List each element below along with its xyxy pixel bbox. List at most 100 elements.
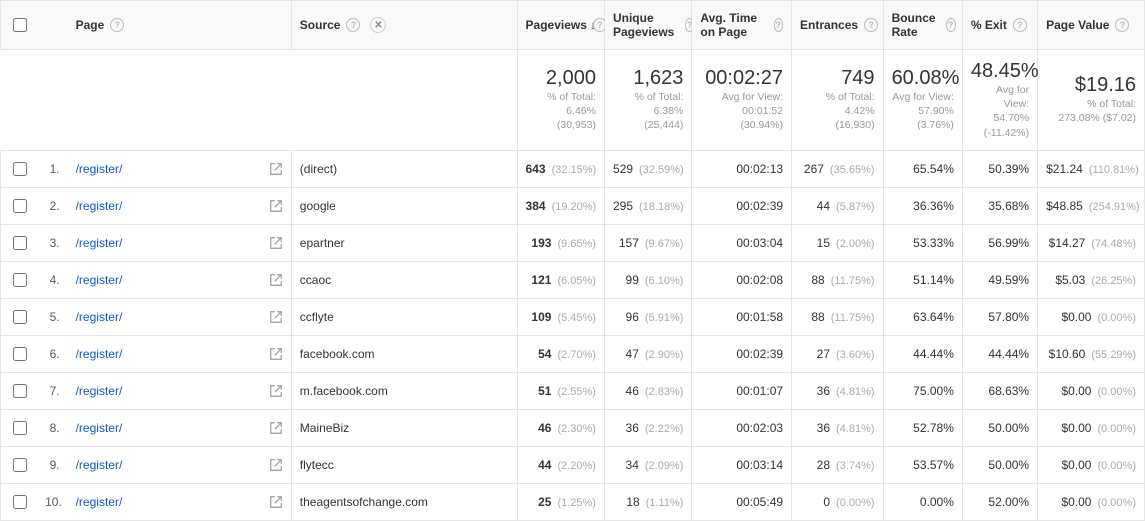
- page-link[interactable]: /register/: [76, 458, 123, 472]
- open-external-icon[interactable]: [269, 236, 283, 250]
- bounce-cell: 51.14%: [883, 261, 962, 298]
- source-header-label: Source: [300, 18, 341, 32]
- exit-cell: 49.59%: [962, 261, 1037, 298]
- help-icon[interactable]: ?: [1013, 18, 1027, 32]
- help-icon[interactable]: ?: [110, 18, 124, 32]
- value-cell: $14.27(74.48%): [1038, 224, 1145, 261]
- open-external-icon[interactable]: [269, 421, 283, 435]
- row-index: 7.: [37, 372, 68, 409]
- help-icon[interactable]: ?: [346, 18, 360, 32]
- unique-cell: 47(2.90%): [604, 335, 691, 372]
- select-all-header[interactable]: [1, 1, 38, 50]
- entrances-header[interactable]: Entrances ?: [792, 1, 884, 50]
- entrances-cell: 0(0.00%): [792, 483, 884, 520]
- open-external-icon[interactable]: [269, 310, 283, 324]
- source-cell: flytecc: [291, 446, 517, 483]
- table-row: 4./register/ccaoc121(6.05%)99(6.10%)00:0…: [1, 261, 1145, 298]
- row-checkbox-cell: [1, 261, 38, 298]
- exit-cell: 50.39%: [962, 150, 1037, 187]
- page-link[interactable]: /register/: [76, 384, 123, 398]
- page-link[interactable]: /register/: [76, 421, 123, 435]
- value-cell: $0.00(0.00%): [1038, 483, 1145, 520]
- help-icon[interactable]: ?: [774, 18, 784, 32]
- help-icon[interactable]: ?: [946, 18, 956, 32]
- exit-cell: 52.00%: [962, 483, 1037, 520]
- row-index: 8.: [37, 409, 68, 446]
- source-cell: facebook.com: [291, 335, 517, 372]
- source-cell: ccflyte: [291, 298, 517, 335]
- avgtime-cell: 00:03:14: [692, 446, 792, 483]
- value-cell: $5.03(26.25%): [1038, 261, 1145, 298]
- open-external-icon[interactable]: [269, 347, 283, 361]
- summary-exit: 48.45% Avg for View: 54.70% (-11.42%): [962, 50, 1037, 151]
- avg-time-header[interactable]: Avg. Time on Page ?: [692, 1, 792, 50]
- help-icon[interactable]: ?: [864, 18, 878, 32]
- source-header[interactable]: Source ? ✕: [291, 1, 517, 50]
- row-checkbox[interactable]: [13, 384, 27, 398]
- exit-cell: 50.00%: [962, 409, 1037, 446]
- pageviews-header[interactable]: Pageviews ? ↓: [517, 1, 604, 50]
- unique-cell: 96(5.91%): [604, 298, 691, 335]
- row-index: 2.: [37, 187, 68, 224]
- help-icon[interactable]: ?: [1115, 18, 1129, 32]
- exit-cell: 50.00%: [962, 446, 1037, 483]
- entrances-header-label: Entrances: [800, 18, 858, 32]
- page-link[interactable]: /register/: [76, 273, 123, 287]
- page-link[interactable]: /register/: [76, 162, 123, 176]
- avgtime-cell: 00:05:49: [692, 483, 792, 520]
- bounce-cell: 65.54%: [883, 150, 962, 187]
- bounce-rate-header[interactable]: Bounce Rate ?: [883, 1, 962, 50]
- row-checkbox[interactable]: [13, 273, 27, 287]
- page-cell: /register/: [68, 446, 292, 483]
- open-external-icon[interactable]: [269, 199, 283, 213]
- page-link[interactable]: /register/: [76, 236, 123, 250]
- entrances-cell: 88(11.75%): [792, 261, 884, 298]
- page-cell: /register/: [68, 372, 292, 409]
- open-external-icon[interactable]: [269, 162, 283, 176]
- summary-pageviews: 2,000 % of Total: 6.46% (30,953): [517, 50, 604, 151]
- summary-unique: 1,623 % of Total: 6.38% (25,444): [604, 50, 691, 151]
- summary-value: $19.16 % of Total: 273.08% ($7.02): [1038, 50, 1145, 151]
- page-link[interactable]: /register/: [76, 310, 123, 324]
- entrances-cell: 27(3.60%): [792, 335, 884, 372]
- bounce-cell: 75.00%: [883, 372, 962, 409]
- entrances-cell: 15(2.00%): [792, 224, 884, 261]
- table-row: 7./register/m.facebook.com51(2.55%)46(2.…: [1, 372, 1145, 409]
- row-checkbox[interactable]: [13, 162, 27, 176]
- page-link[interactable]: /register/: [76, 347, 123, 361]
- exit-cell: 68.63%: [962, 372, 1037, 409]
- value-cell: $21.24(110.81%): [1038, 150, 1145, 187]
- unique-pageviews-header[interactable]: Unique Pageviews ?: [604, 1, 691, 50]
- avgtime-cell: 00:02:39: [692, 335, 792, 372]
- row-checkbox-cell: [1, 409, 38, 446]
- page-value-header[interactable]: Page Value ?: [1038, 1, 1145, 50]
- entrances-cell: 28(3.74%): [792, 446, 884, 483]
- exit-header[interactable]: % Exit ?: [962, 1, 1037, 50]
- exit-cell: 44.44%: [962, 335, 1037, 372]
- row-index: 1.: [37, 150, 68, 187]
- page-header[interactable]: Page ?: [68, 1, 292, 50]
- open-external-icon[interactable]: [269, 458, 283, 472]
- open-external-icon[interactable]: [269, 273, 283, 287]
- page-cell: /register/: [68, 409, 292, 446]
- bounce-cell: 52.78%: [883, 409, 962, 446]
- select-all-checkbox[interactable]: [13, 18, 27, 32]
- open-external-icon[interactable]: [269, 384, 283, 398]
- remove-dimension-icon[interactable]: ✕: [370, 17, 386, 33]
- page-link[interactable]: /register/: [76, 199, 123, 213]
- row-checkbox[interactable]: [13, 199, 27, 213]
- open-external-icon[interactable]: [269, 495, 283, 509]
- row-checkbox[interactable]: [13, 236, 27, 250]
- pageviews-cell: 25(1.25%): [517, 483, 604, 520]
- source-cell: m.facebook.com: [291, 372, 517, 409]
- pageviews-cell: 193(9.65%): [517, 224, 604, 261]
- table-row: 8./register/MaineBiz46(2.30%)36(2.22%)00…: [1, 409, 1145, 446]
- row-checkbox[interactable]: [13, 458, 27, 472]
- row-checkbox[interactable]: [13, 310, 27, 324]
- page-link[interactable]: /register/: [76, 495, 123, 509]
- row-index: 5.: [37, 298, 68, 335]
- row-checkbox[interactable]: [13, 421, 27, 435]
- row-checkbox[interactable]: [13, 495, 27, 509]
- row-checkbox[interactable]: [13, 347, 27, 361]
- entrances-cell: 88(11.75%): [792, 298, 884, 335]
